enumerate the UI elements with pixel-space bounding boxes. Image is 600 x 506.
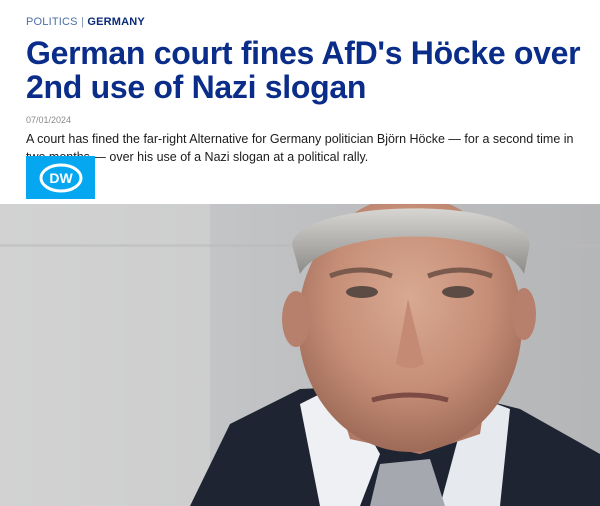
page-title: German court fines AfD's Höcke over 2nd … bbox=[26, 35, 581, 105]
article-photo bbox=[0, 204, 600, 506]
publish-date: 07/01/2024 bbox=[26, 115, 72, 125]
dw-logo-icon: DW bbox=[39, 163, 82, 192]
photo-portrait bbox=[0, 204, 600, 506]
subsection-link[interactable]: GERMANY bbox=[87, 16, 145, 28]
breadcrumb-separator: | bbox=[81, 16, 85, 28]
article-header: POLITICS | GERMANY German court fines Af… bbox=[26, 14, 586, 166]
dw-logo-text: DW bbox=[49, 170, 73, 186]
section-link[interactable]: POLITICS bbox=[26, 16, 78, 28]
source-logo[interactable]: DW bbox=[26, 156, 95, 199]
article-summary: A court has fined the far-right Alternat… bbox=[26, 132, 574, 164]
breadcrumb: POLITICS | GERMANY bbox=[26, 14, 586, 30]
